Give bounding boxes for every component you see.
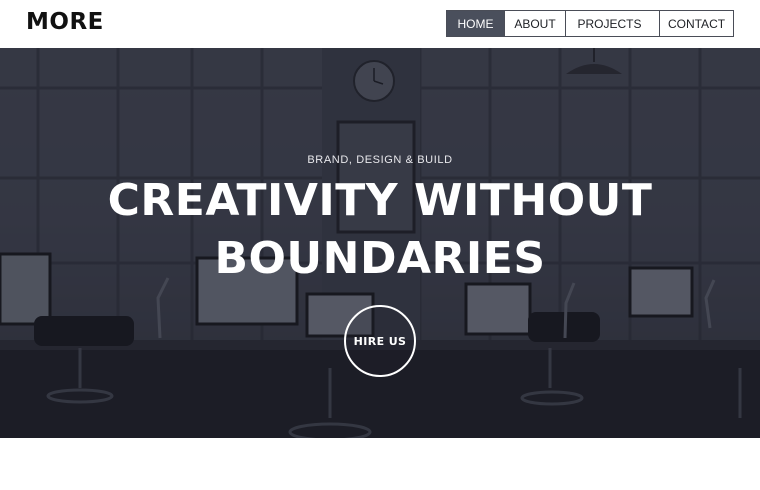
main-nav: HOME ABOUT PROJECTS CONTACT [446,10,734,37]
nav-item-about[interactable]: ABOUT [504,11,565,36]
nav-item-projects[interactable]: PROJECTS [565,11,659,36]
hero-section: BRAND, DESIGN & BUILD CREATIVITY WITHOUT… [0,48,760,438]
site-header: MORE HOME ABOUT PROJECTS CONTACT [0,0,760,48]
nav-item-projects-label: PROJECTS [577,16,642,31]
hero-subtitle: BRAND, DESIGN & BUILD [307,154,453,166]
hero-headline: CREATIVITY WITHOUT BOUNDARIES [107,175,653,284]
nav-item-home[interactable]: HOME [447,11,504,36]
nav-item-contact[interactable]: CONTACT [659,11,733,36]
hire-us-button[interactable]: HIRE US [344,305,416,377]
site-logo[interactable]: MORE [26,9,104,35]
